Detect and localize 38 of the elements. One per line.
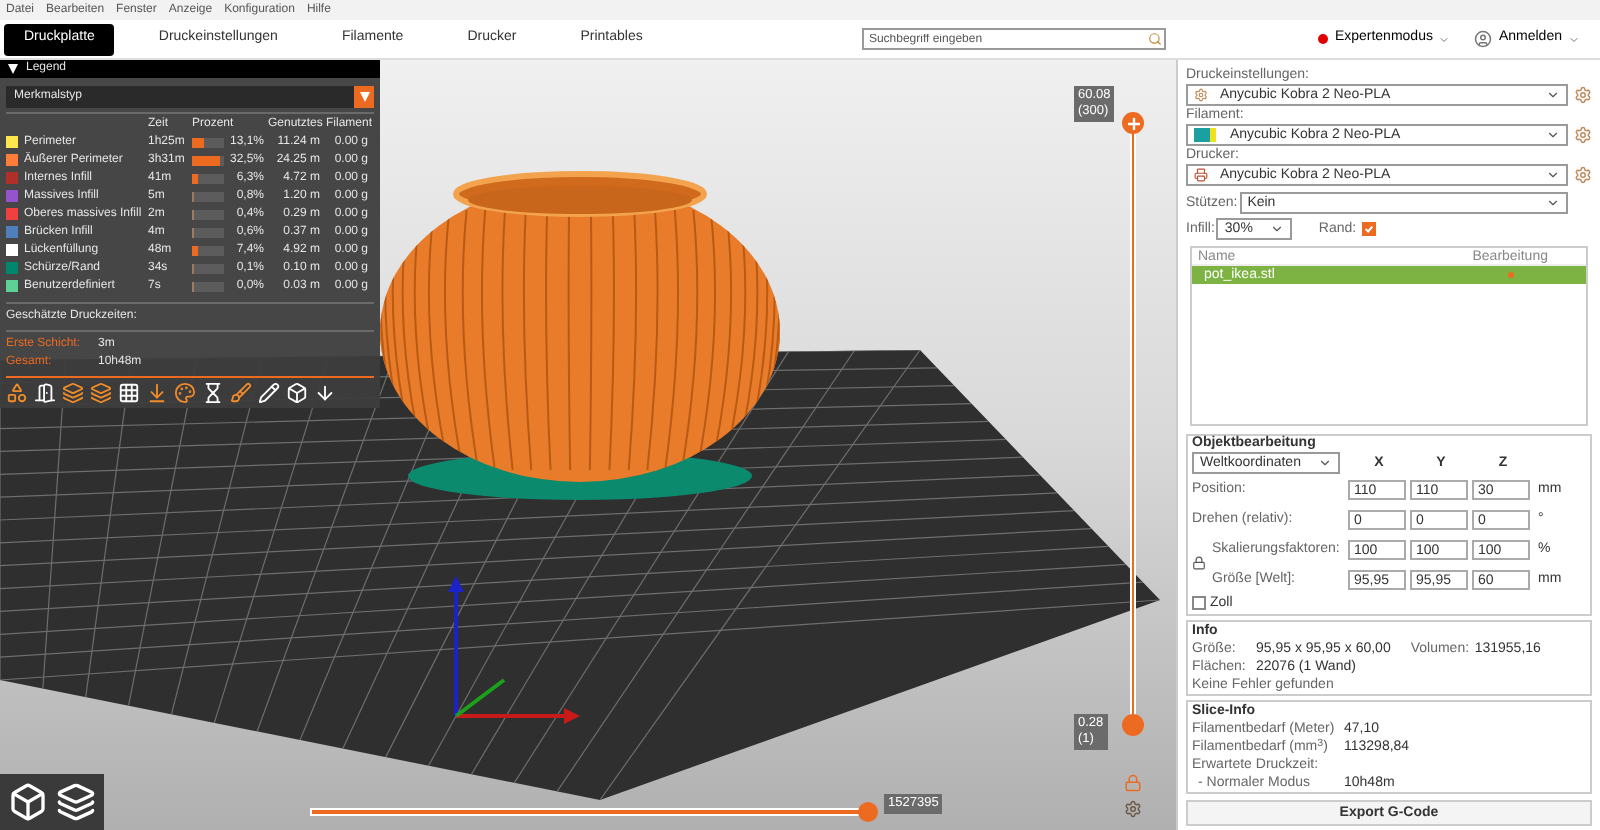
chevron-down-icon (1270, 222, 1285, 236)
lock-icon[interactable] (1192, 556, 1206, 571)
gear-icon (1194, 88, 1208, 102)
inches-checkbox[interactable] (1192, 596, 1206, 611)
hourglass-icon[interactable] (202, 382, 224, 404)
brush-icon[interactable] (230, 382, 252, 404)
filament-swatch-icon (1194, 128, 1218, 142)
slider-thumb[interactable] (858, 802, 878, 822)
slider-thumb[interactable] (1122, 714, 1144, 736)
collapse-triangle-icon (8, 64, 18, 74)
printer-icon (1194, 168, 1208, 182)
brim-checkbox[interactable] (1362, 222, 1377, 236)
gear-icon[interactable] (1574, 166, 1592, 184)
grid-icon[interactable] (118, 382, 140, 404)
palette-icon[interactable] (174, 382, 196, 404)
chevron-down-icon (1546, 88, 1560, 102)
door-icon[interactable] (34, 382, 56, 404)
chevron-down-icon (1546, 128, 1560, 142)
cube-icon[interactable] (286, 382, 308, 404)
layers-icon[interactable] (56, 782, 96, 822)
gear-icon[interactable] (1574, 86, 1592, 104)
plus-icon (1127, 117, 1139, 129)
arrow-down-icon[interactable] (314, 382, 336, 404)
chevron-down-icon (1568, 33, 1580, 45)
shapes-icon[interactable] (6, 382, 28, 404)
dropdown-arrow-icon (354, 86, 374, 108)
arrow-down-icon[interactable] (146, 382, 168, 404)
pencil-icon[interactable] (258, 382, 280, 404)
chevron-down-icon (1318, 456, 1332, 471)
search-icon (1148, 32, 1163, 46)
cube-icon[interactable] (8, 782, 48, 822)
gear-icon[interactable] (1574, 126, 1592, 144)
3d-viewport[interactable] (0, 60, 1176, 830)
settings-icon[interactable] (1124, 800, 1142, 818)
slider-thumb[interactable] (1122, 112, 1144, 134)
chevron-down-icon (1438, 33, 1451, 45)
layer-slider[interactable] (1122, 112, 1144, 736)
user-icon (1474, 30, 1493, 48)
